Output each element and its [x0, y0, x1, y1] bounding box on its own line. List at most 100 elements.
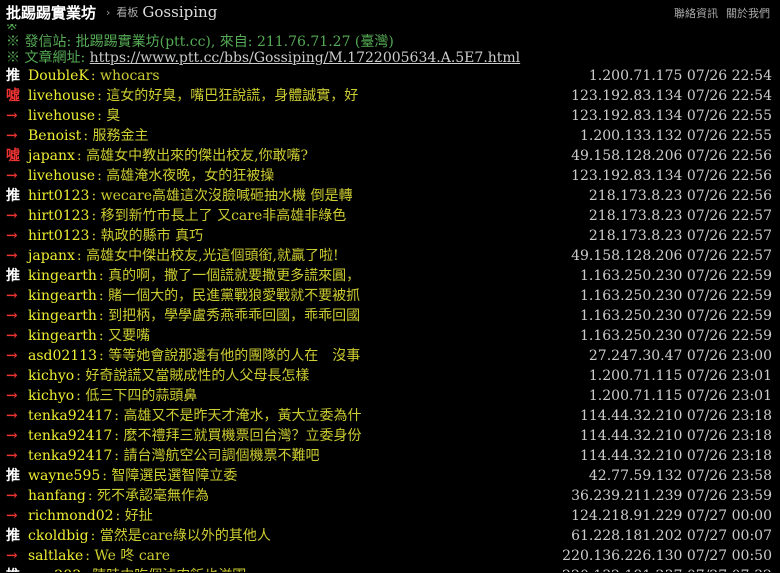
- push-content: : 高雄淹水夜晚，女的狂被操: [97, 168, 275, 184]
- push-userid: tenka92417: [28, 428, 113, 444]
- arrow-tag: →: [6, 248, 18, 264]
- article-url-line: ※ 文章網址: https://www.ptt.cc/bbs/Gossiping…: [6, 50, 780, 66]
- push-tag: 推: [6, 528, 20, 544]
- push-ip-datetime: 123.192.83.134 07/26 22:54: [571, 88, 772, 104]
- push-row: → livehouse: 高雄淹水夜晚，女的狂被操 123.192.83.134 0…: [6, 166, 780, 186]
- arrow-tag: →: [6, 388, 18, 404]
- article-content: ※ ※ 發信站: 批踢踢實業坊(ptt.cc), 來自: 211.76.71.2…: [0, 24, 780, 572]
- arrow-tag: →: [6, 448, 18, 464]
- push-row: → richmond02: 好扯 124.218.91.229 07/27 00:0…: [6, 506, 780, 526]
- push-row: → asd02113: 等等她會說那邊有他的團隊的人在 沒事 27.247.30.4…: [6, 346, 780, 366]
- top-nav: 聯絡資訊 關於我們: [674, 5, 770, 21]
- breadcrumb-separator: ›: [106, 5, 111, 19]
- push-ip-datetime: 114.44.32.210 07/26 23:18: [579, 448, 772, 464]
- push-content: : 陳時中吃個滷肉飯也滋園: [83, 566, 246, 572]
- push-ip-datetime: 36.239.211.239 07/26 23:59: [571, 488, 772, 504]
- push-tag: 推: [6, 188, 20, 204]
- arrow-tag: →: [6, 228, 18, 244]
- push-ip-datetime: 1.163.250.230 07/26 22:59: [579, 328, 772, 344]
- push-ip-datetime: 218.173.8.23 07/26 22:57: [588, 228, 772, 244]
- push-row: → tenka92417: 麼不禮拜三就買機票回台灣？立委身份 114.44.32.…: [6, 426, 780, 446]
- push-content: : 執政的縣市 真巧: [91, 228, 204, 244]
- push-userid: tenka92417: [28, 448, 113, 464]
- boo-tag: 噓: [6, 88, 20, 104]
- push-userid: hirt0123: [28, 188, 90, 204]
- push-ip-datetime: 114.44.32.210 07/26 23:18: [579, 408, 772, 424]
- push-row: 噓 japanx: 高雄女中教出來的傑出校友,你敢嘴? 49.158.128.206…: [6, 146, 780, 166]
- push-userid: livehouse: [28, 108, 96, 124]
- push-row: → hirt0123: 執政的縣市 真巧 218.173.8.23 07/26 22…: [6, 226, 780, 246]
- push-row: 推 wayne595: 智障選民選智障立委 42.77.59.132 07/26 2…: [6, 466, 780, 486]
- push-userid: livehouse: [28, 168, 96, 184]
- push-ip-datetime: 1.163.250.230 07/26 22:59: [579, 288, 772, 304]
- push-content: : 好奇說謊又當賊成性的人父母長怎樣: [76, 368, 310, 384]
- push-userid: kingearth: [28, 308, 97, 324]
- push-row: → tenka92417: 高雄又不是昨天才淹水，黃大立委為什 114.44.32.…: [6, 406, 780, 426]
- push-userid: saltlake: [28, 548, 84, 564]
- push-ip-datetime: 220.136.226.130 07/27 00:50: [562, 548, 772, 564]
- push-userid: kingearth: [28, 328, 97, 344]
- push-row: → kichyo: 低三下四的蒜頭鼻 1.200.71.115 07/26 23:0…: [6, 386, 780, 406]
- push-ip-datetime: 123.192.83.134 07/26 22:55: [571, 108, 772, 124]
- arrow-tag: →: [6, 168, 18, 184]
- push-ip-datetime: 1.200.133.132 07/26 22:55: [579, 128, 772, 144]
- site-logo-link[interactable]: 批踢踢實業坊: [0, 2, 96, 23]
- about-link[interactable]: 關於我們: [726, 5, 770, 21]
- push-row: → Benoist: 服務金主 1.200.133.132 07/26 22:55: [6, 126, 780, 146]
- arrow-tag: →: [6, 288, 18, 304]
- push-tag: 推: [6, 68, 20, 84]
- arrow-tag: →: [6, 548, 18, 564]
- push-ip-datetime: 1.200.71.115 07/26 23:01: [588, 368, 772, 384]
- push-content: : 移到新竹市長上了 又care非高雄非綠色: [91, 208, 347, 224]
- push-row: 推una283: 陳時中吃個滷肉飯也滋園 220.132.181.237 07/2…: [6, 566, 780, 572]
- push-content: : 麼不禮拜三就買機票回台灣？立委身份: [114, 428, 362, 444]
- push-userid: una283: [28, 566, 81, 572]
- push-row: 推 ckoldbig: 當然是care綠以外的其他人 61.228.181.202 …: [6, 526, 780, 546]
- arrow-tag: →: [6, 128, 18, 144]
- push-content: : 又要嘴: [98, 328, 151, 344]
- arrow-tag: →: [6, 428, 18, 444]
- push-ip-datetime: 218.173.8.23 07/26 22:56: [588, 188, 772, 204]
- push-row: → kingearth: 又要嘴 1.163.250.230 07/26 22:59: [6, 326, 780, 346]
- url-prefix: ※ 文章網址:: [6, 50, 90, 66]
- push-content: : 這女的好臭，嘴巴狂說謊，身體誠實，好: [97, 88, 359, 104]
- push-ip-datetime: 1.163.250.230 07/26 22:59: [579, 268, 772, 284]
- breadcrumb-board-link[interactable]: Gossiping: [142, 3, 217, 21]
- push-userid: hirt0123: [28, 208, 90, 224]
- push-ip-datetime: 61.228.181.202 07/27 00:07: [571, 528, 772, 544]
- breadcrumb-board-label: 看板: [116, 6, 139, 19]
- push-ip-datetime: 124.218.91.229 07/27 00:00: [571, 508, 772, 524]
- push-row: 推 kingearth: 真的啊，撒了一個謊就要撒更多謊來圓， 1.163.250.…: [6, 266, 780, 286]
- push-content: : We 咚 care: [85, 548, 170, 564]
- push-ip-datetime: 220.132.181.237 07/27 07:32: [562, 566, 772, 572]
- push-ip-datetime: 114.44.32.210 07/26 23:18: [579, 428, 772, 444]
- push-tag: 推: [6, 566, 28, 572]
- article-top-cut: ※: [6, 24, 18, 34]
- push-ip-datetime: 1.163.250.230 07/26 22:59: [579, 308, 772, 324]
- push-userid: japanx: [28, 248, 75, 264]
- push-userid: livehouse: [28, 88, 96, 104]
- arrow-tag: →: [6, 488, 18, 504]
- article-origin: ※ 發信站: 批踢踢實業坊(ptt.cc), 來自: 211.76.71.27 …: [6, 34, 780, 50]
- push-content: : 高雄女中教出來的傑出校友,你敢嘴?: [76, 148, 309, 164]
- article-url-link[interactable]: https://www.ptt.cc/bbs/Gossiping/M.17220…: [90, 50, 521, 66]
- push-row: 推 DoubleK: whocars 1.200.71.175 07/26 22:5…: [6, 66, 780, 86]
- origin-text: 批踢踢實業坊(ptt.cc), 來自: 211.76.71.27 (臺灣): [75, 34, 394, 50]
- push-ip-datetime: 49.158.128.206 07/26 22:57: [571, 248, 772, 264]
- push-userid: hanfang: [28, 488, 86, 504]
- push-userid: japanx: [28, 148, 75, 164]
- push-userid: Benoist: [28, 128, 82, 144]
- push-ip-datetime: 123.192.83.134 07/26 22:56: [571, 168, 772, 184]
- push-content: : 臭: [97, 108, 121, 124]
- push-userid: DoubleK: [28, 68, 89, 84]
- push-content: : 等等她會說那邊有他的團隊的人在 沒事: [99, 348, 361, 364]
- push-content: : 好扯: [115, 508, 153, 524]
- push-row: → kichyo: 好奇說謊又當賊成性的人父母長怎樣 1.200.71.115 07…: [6, 366, 780, 386]
- push-row: → hanfang: 死不承認毫無作為 36.239.211.239 07/26 2…: [6, 486, 780, 506]
- contact-link[interactable]: 聯絡資訊: [674, 5, 718, 21]
- push-content: : 死不承認毫無作為: [87, 488, 210, 504]
- push-row: 推 hirt0123: wecare高雄這次沒臉喊砸抽水機 倒是轉 218.173.…: [6, 186, 780, 206]
- push-userid: kichyo: [28, 388, 75, 404]
- push-tag: 推: [6, 468, 20, 484]
- top-bar: 批踢踢實業坊 › 看板 Gossiping 聯絡資訊 關於我們: [0, 0, 780, 24]
